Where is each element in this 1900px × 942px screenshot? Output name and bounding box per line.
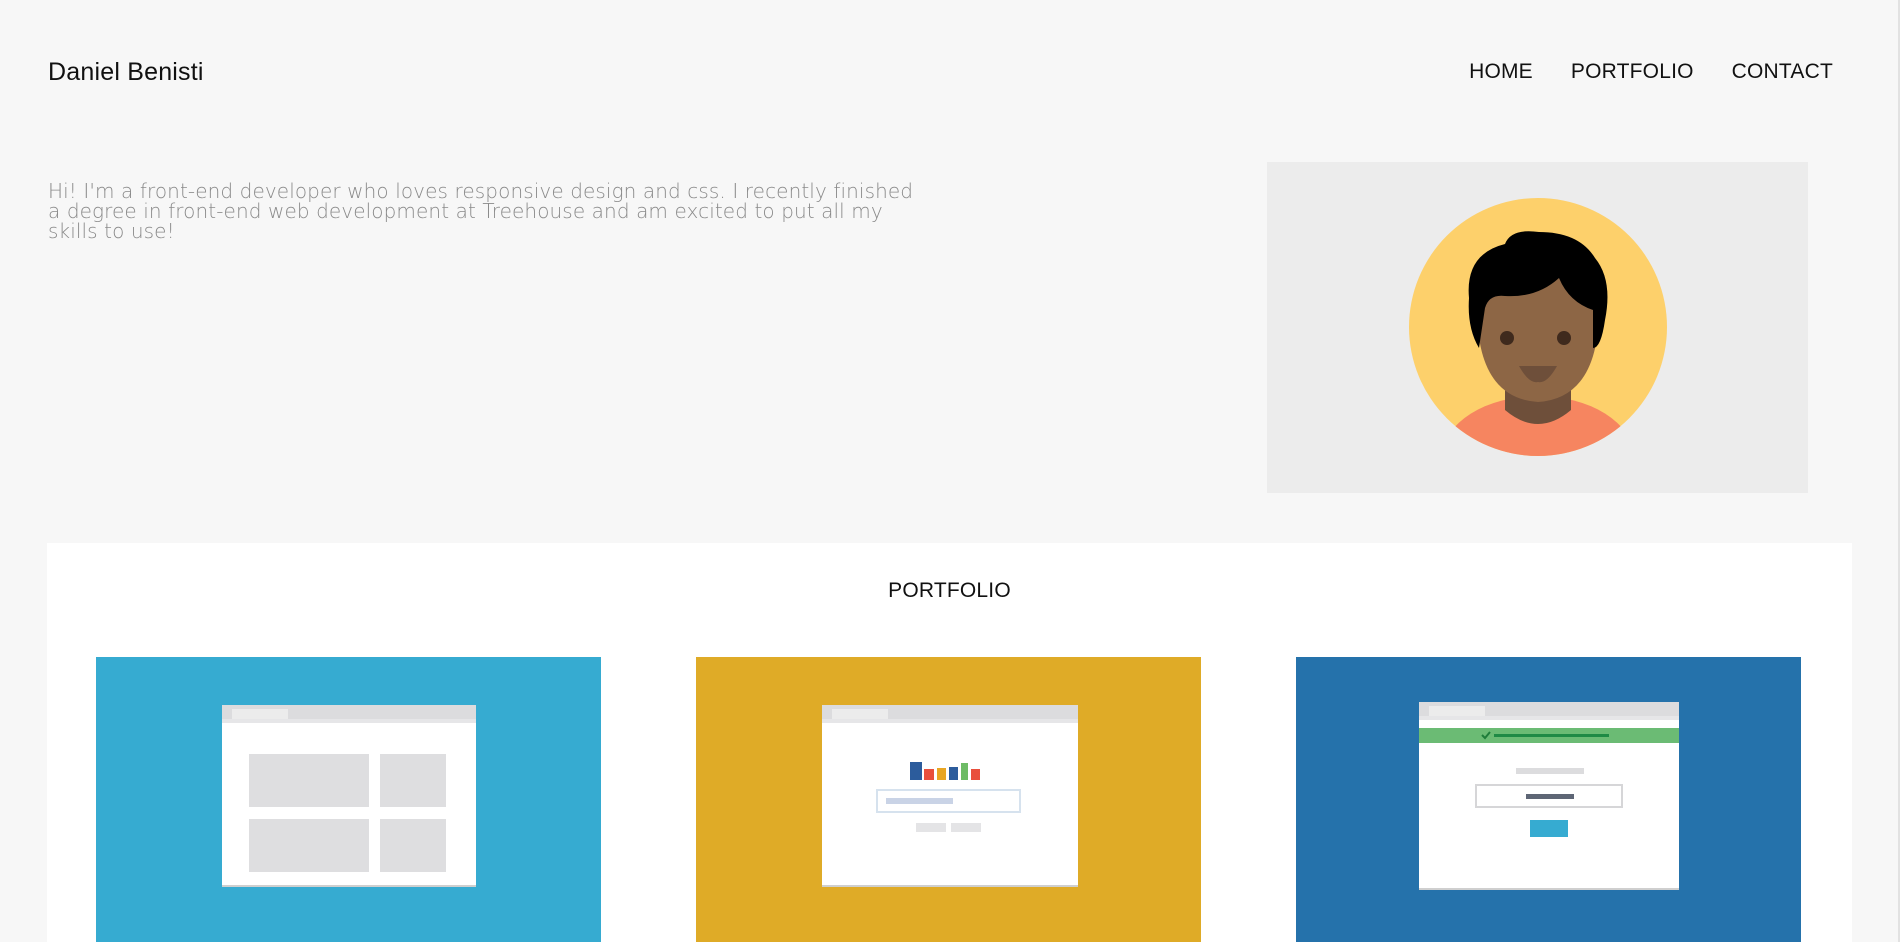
nav-home[interactable]: HOME — [1469, 60, 1533, 84]
portfolio-item-2[interactable] — [696, 657, 1201, 942]
intro-text: Hi! I'm a front-end developer who loves … — [48, 179, 914, 243]
portfolio-section: PORTFOLIO — [47, 543, 1852, 942]
site-header: Daniel Benisti HOME PORTFOLIO CONTACT — [0, 0, 1900, 150]
chart-search-illustration-icon — [696, 657, 1201, 942]
nav-portfolio[interactable]: PORTFOLIO — [1571, 60, 1694, 84]
avatar-icon — [1409, 198, 1667, 456]
portfolio-heading: PORTFOLIO — [888, 579, 1011, 602]
nav-contact[interactable]: CONTACT — [1732, 60, 1833, 84]
page: Daniel Benisti HOME PORTFOLIO CONTACT Hi… — [0, 0, 1900, 942]
portfolio-item-3[interactable] — [1296, 657, 1801, 942]
main-nav: HOME PORTFOLIO CONTACT — [1469, 60, 1833, 84]
portfolio-item-1[interactable] — [96, 657, 601, 942]
site-brand[interactable]: Daniel Benisti — [48, 58, 204, 87]
avatar-panel — [1267, 162, 1808, 493]
layout-grid-illustration-icon — [96, 657, 601, 942]
form-success-illustration-icon — [1296, 657, 1801, 942]
